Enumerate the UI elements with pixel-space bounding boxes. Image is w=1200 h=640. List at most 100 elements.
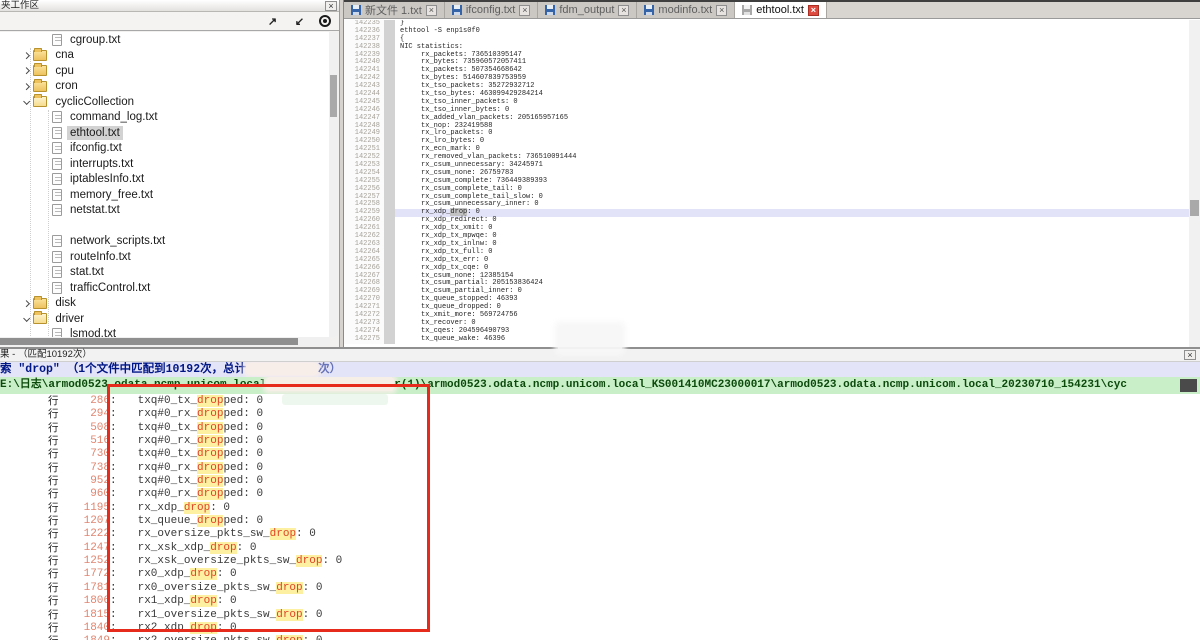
- search-result-row[interactable]: 行1849:rx2_oversize_pkts_sw_drop: 0: [0, 635, 1200, 640]
- tree-item-ifconfig-txt[interactable]: ifconfig.txt: [0, 141, 330, 157]
- fold-margin: [384, 312, 395, 320]
- notepad-window: 夹工作区 × ↗ ↙ cgroup.txtcnacpucroncyclicCol…: [0, 0, 1200, 640]
- tree-item-interrupts-txt[interactable]: interrupts.txt: [0, 156, 330, 172]
- editor-view[interactable]: 142235}142236ethtool -S enp1s0f0142237{1…: [344, 20, 1190, 347]
- close-icon[interactable]: ×: [519, 5, 530, 16]
- save-state-icon: [644, 5, 654, 15]
- code-text: tx_recover: 0: [400, 320, 1190, 328]
- chevron-right-icon[interactable]: [23, 299, 31, 307]
- folder-icon: [33, 96, 47, 107]
- tree-item-driver[interactable]: driver: [0, 311, 330, 327]
- tab-label: 新文件 1.txt: [365, 2, 422, 18]
- tree-item-iptablesinfo-txt[interactable]: iptablesInfo.txt: [0, 172, 330, 188]
- scrollbar-thumb[interactable]: [330, 75, 337, 117]
- tree-item-command_log-txt[interactable]: command_log.txt: [0, 110, 330, 126]
- close-icon[interactable]: ×: [426, 5, 437, 16]
- fold-margin: [384, 36, 395, 44]
- line-label: 行: [48, 422, 60, 435]
- close-icon[interactable]: ×: [1184, 350, 1196, 360]
- fold-margin: [384, 59, 395, 67]
- fold-margin: [384, 257, 395, 265]
- chevron-right-icon[interactable]: [23, 82, 31, 90]
- file-tree: cgroup.txtcnacpucroncyclicCollectioncomm…: [0, 32, 330, 337]
- line-label: 行: [48, 622, 60, 635]
- workspace-titlebar: 夹工作区 ×: [0, 0, 339, 12]
- line-label: 行: [48, 408, 60, 421]
- workspace-title: 夹工作区: [1, 0, 39, 11]
- fold-margin: [384, 296, 395, 304]
- close-icon[interactable]: ×: [808, 5, 819, 16]
- tree-item-netstat-txt[interactable]: netstat.txt: [0, 203, 330, 219]
- result-line-number: 1247: [60, 542, 110, 555]
- tree-item-cgroup-txt[interactable]: cgroup.txt: [0, 32, 330, 48]
- tree-item-network_scripts-txt[interactable]: network_scripts.txt: [0, 234, 330, 250]
- locate-current-file-icon[interactable]: [319, 15, 331, 27]
- tree-item-label: ethtool.txt: [67, 126, 123, 140]
- close-icon[interactable]: ×: [325, 1, 337, 11]
- line-label: 行: [48, 502, 60, 515]
- fold-margin: [384, 217, 395, 225]
- tree-item-cpu[interactable]: cpu: [0, 63, 330, 79]
- fold-margin: [384, 91, 395, 99]
- tab-ethtool-txt[interactable]: ethtool.txt×: [735, 2, 827, 18]
- tab-fdm_output[interactable]: fdm_output×: [538, 2, 637, 18]
- close-icon[interactable]: ×: [618, 5, 629, 16]
- tree-item-stat-txt[interactable]: stat.txt: [0, 265, 330, 281]
- result-text: rx2_oversize_pkts_sw_drop: 0: [138, 635, 323, 640]
- red-annotation-rectangle: [107, 384, 430, 632]
- folder-icon: [33, 65, 47, 76]
- editor-vertical-scrollbar[interactable]: [1189, 20, 1200, 347]
- tree-item-label: iptablesInfo.txt: [67, 172, 147, 186]
- tree-item-label: trafficControl.txt: [67, 281, 153, 295]
- tree-item-cycliccollection[interactable]: cyclicCollection: [0, 94, 330, 110]
- result-line-number: 960: [60, 488, 110, 501]
- results-title: 果 - （匹配10192次）: [0, 349, 92, 360]
- tree-item-label: driver: [52, 312, 87, 326]
- fold-margin: [384, 225, 395, 233]
- fold-margin: [384, 265, 395, 273]
- tree-horizontal-scrollbar[interactable]: [0, 337, 330, 346]
- line-label: 行: [48, 582, 60, 595]
- tab--1-txt[interactable]: 新文件 1.txt ×: [344, 2, 445, 18]
- fold-margin: [384, 186, 395, 194]
- code-text: tx_csum_partial_inner: 0: [400, 288, 1190, 296]
- chevron-right-icon[interactable]: [23, 51, 31, 59]
- close-icon[interactable]: ×: [716, 5, 727, 16]
- tree-item-cna[interactable]: cna: [0, 48, 330, 64]
- chevron-right-icon[interactable]: [23, 67, 31, 75]
- code-text: tx_queue_dropped: 0: [400, 304, 1190, 312]
- scrollbar-thumb[interactable]: [1190, 200, 1199, 216]
- tree-item-disk[interactable]: disk: [0, 296, 330, 312]
- tree-item-cron[interactable]: cron: [0, 79, 330, 95]
- fold-margin: [384, 249, 395, 257]
- tree-item-routeinfo-txt[interactable]: routeInfo.txt: [0, 249, 330, 265]
- tree-vertical-scrollbar[interactable]: [329, 32, 338, 337]
- line-label: 行: [48, 542, 60, 555]
- tree-item-ethtool-txt[interactable]: ethtool.txt: [0, 125, 330, 141]
- tree-item-label: cyclicCollection: [52, 95, 137, 109]
- tree-item-lsmod-txt[interactable]: lsmod.txt: [0, 327, 330, 338]
- line-label: 行: [48, 555, 60, 568]
- folder-icon: [33, 50, 47, 61]
- tree-item-trafficcontrol-txt[interactable]: trafficControl.txt: [0, 280, 330, 296]
- chevron-down-icon[interactable]: [23, 98, 31, 106]
- scrollbar-thumb[interactable]: [0, 338, 298, 345]
- tab-label: modinfo.txt: [658, 4, 712, 16]
- fold-margin: [384, 130, 395, 138]
- fold-margin: [384, 288, 395, 296]
- colon: :: [110, 635, 117, 640]
- line-label: 行: [48, 568, 60, 581]
- result-line-number: 1781: [60, 582, 110, 595]
- fold-margin: [384, 328, 395, 336]
- chevron-down-icon[interactable]: [23, 315, 31, 323]
- code-text: tx_xmit_more: 569724756: [400, 312, 1190, 320]
- result-line-number: 516: [60, 435, 110, 448]
- code-text: }: [400, 20, 1190, 28]
- tree-item-memory_free-txt[interactable]: memory_free.txt: [0, 187, 330, 203]
- editor-pane: 新文件 1.txt×ifconfig.txt×fdm_output×modinf…: [343, 0, 1200, 347]
- tab-ifconfig-txt[interactable]: ifconfig.txt×: [445, 2, 539, 18]
- collapse-all-icon[interactable]: ↙: [292, 15, 307, 28]
- fold-margin: [384, 52, 395, 60]
- expand-all-icon[interactable]: ↗: [265, 15, 280, 28]
- tab-modinfo-txt[interactable]: modinfo.txt ×: [637, 2, 735, 18]
